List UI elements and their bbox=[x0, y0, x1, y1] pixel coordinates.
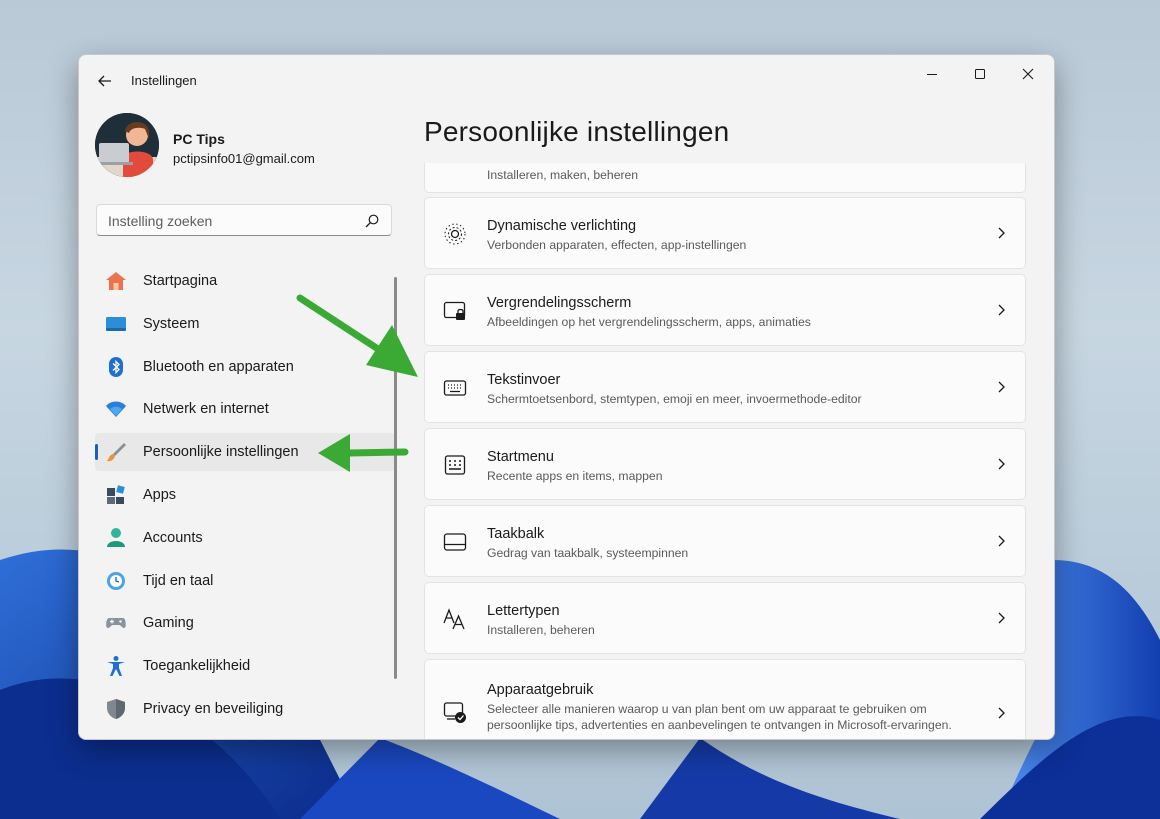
sidebar-item-systeem[interactable]: Systeem bbox=[95, 305, 395, 343]
paintbrush-icon bbox=[107, 443, 126, 462]
app-title: Instellingen bbox=[131, 73, 197, 88]
card-subtitle: Recente apps en items, mappen bbox=[487, 469, 663, 483]
sidebar-scrollbar[interactable] bbox=[394, 277, 397, 679]
card-subtitle: Schermtoetsenbord, stemtypen, emoji en m… bbox=[487, 392, 862, 406]
back-button[interactable] bbox=[93, 69, 117, 93]
sidebar-item-label: Accounts bbox=[143, 529, 203, 546]
sidebar-item-label: Startpagina bbox=[143, 273, 218, 289]
card-title: Lettertypen bbox=[487, 603, 560, 619]
accessibility-icon bbox=[107, 656, 125, 677]
chevron-right-icon bbox=[998, 707, 1005, 719]
gamepad-icon bbox=[106, 618, 126, 629]
system-icon bbox=[106, 316, 126, 331]
keyboard-icon bbox=[443, 380, 467, 396]
sidebar-item-startpagina[interactable]: Startpagina bbox=[95, 262, 395, 300]
home-icon bbox=[106, 272, 126, 290]
profile-email: pctipsinfo01@gmail.com bbox=[173, 151, 315, 166]
card-subtitle: Afbeeldingen op het vergrendelingsscherm… bbox=[487, 315, 811, 329]
chevron-right-icon bbox=[998, 304, 1005, 316]
sidebar-item-label: Systeem bbox=[143, 315, 200, 332]
sidebar-item-accounts[interactable]: Accounts bbox=[95, 519, 395, 557]
lock-screen-icon bbox=[443, 301, 466, 320]
chevron-right-icon bbox=[998, 227, 1005, 239]
start-menu-icon bbox=[444, 455, 466, 475]
page-title: Persoonlijke instellingen bbox=[424, 116, 730, 147]
account-icon bbox=[107, 527, 125, 547]
sidebar-item-label: Tijd en taal bbox=[143, 572, 214, 589]
sidebar-item-persoonlijke-instellingen[interactable]: Persoonlijke instellingen bbox=[95, 433, 395, 472]
sidebar-item-toegankelijkheid[interactable]: Toegankelijkheid bbox=[95, 647, 395, 685]
sidebar-item-label: Gaming bbox=[143, 615, 194, 632]
avatar-image bbox=[95, 113, 159, 177]
sidebar-item-privacy[interactable]: Privacy en beveiliging bbox=[95, 690, 395, 728]
fonts-icon bbox=[443, 608, 465, 630]
card-subtitle: Installeren, beheren bbox=[487, 623, 595, 637]
sidebar-item-tijd-en-taal[interactable]: Tijd en taal bbox=[95, 562, 395, 600]
search-icon bbox=[365, 214, 379, 228]
sidebar-item-label: Privacy en beveiliging bbox=[143, 700, 284, 717]
card-title: Apparaatgebruik bbox=[487, 682, 594, 698]
settings-card-device-usage[interactable]: Apparaatgebruik Selecteer alle manieren … bbox=[424, 659, 1026, 739]
card-title: Vergrendelingsscherm bbox=[487, 295, 632, 311]
sidebar-item-label: Toegankelijkheid bbox=[143, 658, 251, 675]
settings-card-text-input[interactable]: Tekstinvoer Schermtoetsenbord, stemtypen… bbox=[424, 351, 1026, 423]
bluetooth-icon bbox=[109, 356, 123, 377]
wifi-icon bbox=[106, 401, 126, 418]
settings-card-start-menu[interactable]: Startmenu Recente apps en items, mappen bbox=[424, 428, 1026, 500]
settings-card-taskbar[interactable]: Taakbalk Gedrag van taakbalk, systeempin… bbox=[424, 505, 1026, 577]
settings-window: Instellingen PC Tips pctipsinfo01@gmail.… bbox=[78, 54, 1055, 740]
sidebar-item-label: Bluetooth en apparaten bbox=[143, 358, 294, 375]
time-language-icon bbox=[107, 571, 125, 590]
sidebar-nav: Startpagina Systeem Bluetooth en apparat… bbox=[95, 262, 395, 733]
sidebar-item-gaming[interactable]: Gaming bbox=[95, 604, 395, 642]
chevron-right-icon bbox=[998, 458, 1005, 470]
card-subtitle: Selecteer alle manieren waarop u van pla… bbox=[487, 702, 952, 732]
user-profile[interactable]: PC Tips pctipsinfo01@gmail.com bbox=[95, 113, 395, 179]
device-usage-icon bbox=[443, 702, 466, 723]
title-bar: Instellingen bbox=[79, 55, 1054, 105]
profile-name: PC Tips bbox=[173, 131, 225, 147]
card-subtitle: Gedrag van taakbalk, systeempinnen bbox=[487, 546, 689, 560]
sidebar-item-label: Persoonlijke instellingen bbox=[143, 444, 299, 461]
minimize-button[interactable] bbox=[909, 59, 955, 89]
close-button[interactable] bbox=[1005, 59, 1051, 89]
chevron-right-icon bbox=[998, 612, 1005, 624]
settings-card-lock-screen[interactable]: Vergrendelingsscherm Afbeeldingen op het… bbox=[424, 274, 1026, 346]
card-title: Taakbalk bbox=[487, 526, 545, 542]
maximize-icon bbox=[975, 69, 985, 79]
sidebar-item-bluetooth[interactable]: Bluetooth en apparaten bbox=[95, 348, 395, 386]
avatar bbox=[95, 113, 159, 177]
taskbar-icon bbox=[443, 533, 467, 551]
sidebar-item-label: Netwerk en internet bbox=[143, 401, 269, 418]
search-placeholder: Instelling zoeken bbox=[108, 213, 213, 229]
chevron-right-icon bbox=[998, 535, 1005, 547]
card-title: Tekstinvoer bbox=[487, 372, 561, 388]
settings-list: Installeren, maken, beheren Dynamische v… bbox=[424, 163, 1028, 739]
shield-icon bbox=[107, 698, 125, 719]
sidebar-item-apps[interactable]: Apps bbox=[95, 476, 395, 514]
dynamic-lighting-icon bbox=[444, 223, 466, 245]
close-icon bbox=[1022, 68, 1034, 80]
card-subtitle: Verbonden apparaten, effecten, app-inste… bbox=[487, 238, 747, 252]
settings-card-themes[interactable]: Installeren, maken, beheren bbox=[424, 163, 1026, 193]
minimize-icon bbox=[927, 74, 937, 75]
search-input[interactable]: Instelling zoeken bbox=[96, 204, 392, 236]
card-title: Startmenu bbox=[487, 449, 554, 465]
maximize-button[interactable] bbox=[957, 59, 1003, 89]
chevron-right-icon bbox=[998, 381, 1005, 393]
settings-card-fonts[interactable]: Lettertypen Installeren, beheren bbox=[424, 582, 1026, 654]
sidebar-item-label: Apps bbox=[143, 486, 177, 503]
sidebar-item-netwerk[interactable]: Netwerk en internet bbox=[95, 390, 395, 428]
card-subtitle: Installeren, maken, beheren bbox=[487, 168, 639, 182]
apps-icon bbox=[107, 485, 125, 504]
card-title: Dynamische verlichting bbox=[487, 218, 637, 234]
back-arrow-icon bbox=[98, 75, 111, 87]
settings-card-dynamic-lighting[interactable]: Dynamische verlichting Verbonden apparat… bbox=[424, 197, 1026, 269]
